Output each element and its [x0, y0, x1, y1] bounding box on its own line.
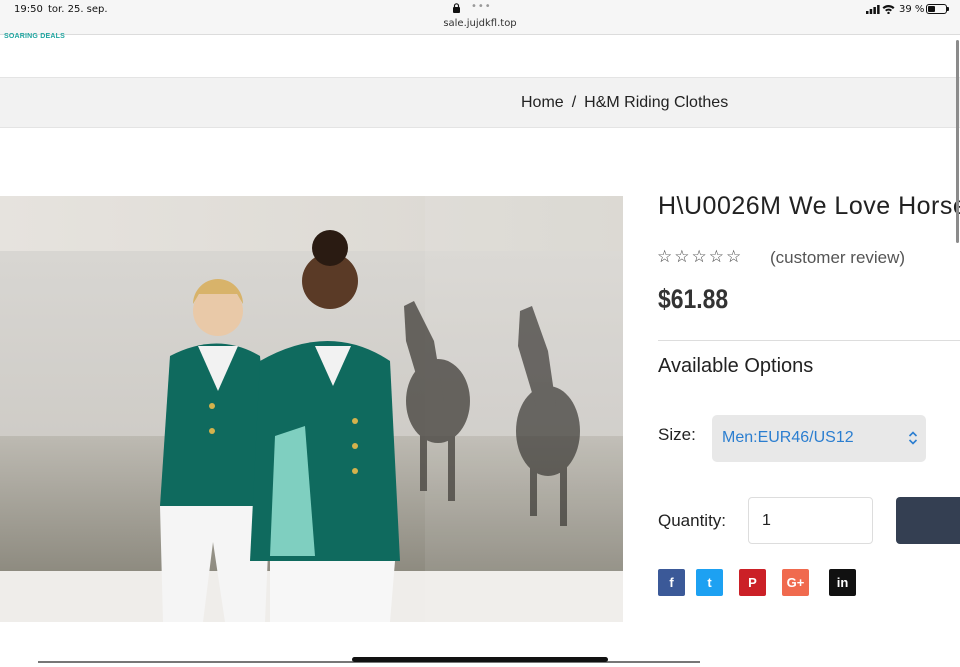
battery-percent: 39 % [899, 4, 925, 15]
pinterest-share-icon[interactable]: P [739, 569, 766, 596]
breadcrumb-band: Home / H&M Riding Clothes [0, 77, 960, 128]
page-scrollbar[interactable] [956, 40, 959, 243]
select-updown-icon [908, 431, 918, 445]
product-image[interactable] [0, 196, 623, 622]
size-label: Size: [658, 425, 696, 444]
ios-status-bar: 19:50 tor. 25. sep. ••• sale.jujdkfl.top… [0, 0, 960, 35]
customer-review-link[interactable]: (customer review) [770, 248, 905, 268]
facebook-share-icon[interactable]: f [658, 569, 685, 596]
google-plus-share-icon[interactable]: G+ [782, 569, 809, 596]
product-price: $61.88 [658, 284, 729, 314]
product-photo-illustration [0, 196, 623, 622]
breadcrumb-separator: / [571, 94, 577, 111]
twitter-share-icon[interactable]: t [696, 569, 723, 596]
address-bar-url[interactable]: sale.jujdkfl.top [0, 18, 960, 29]
quantity-label: Quantity: [658, 511, 727, 530]
site-logo[interactable]: SOARING DEALS [4, 33, 65, 40]
wifi-icon [882, 5, 895, 14]
cellular-signal-icon [866, 5, 880, 14]
battery-icon [926, 4, 949, 14]
status-time: 19:50 [14, 4, 43, 15]
available-options-heading: Available Options [658, 355, 814, 377]
more-dots-icon[interactable]: ••• [471, 1, 492, 12]
breadcrumb-current: H&M Riding Clothes [584, 94, 729, 111]
breadcrumb-home-link[interactable]: Home [521, 94, 564, 111]
battery-fill [928, 6, 935, 12]
product-title: H\U0026M We Love Horses [658, 192, 960, 220]
home-indicator[interactable] [352, 657, 608, 662]
quantity-input[interactable] [748, 497, 873, 544]
size-select[interactable]: Men:EUR46/US12 [712, 415, 926, 462]
add-to-cart-button[interactable] [896, 497, 960, 544]
linkedin-share-icon[interactable]: in [829, 569, 856, 596]
lock-icon [453, 3, 460, 13]
breadcrumb: Home / H&M Riding Clothes [521, 94, 728, 112]
star-rating[interactable]: ☆☆☆☆☆ [657, 247, 743, 267]
divider [658, 340, 960, 341]
size-select-value: Men:EUR46/US12 [722, 429, 854, 446]
status-date: tor. 25. sep. [48, 4, 108, 15]
